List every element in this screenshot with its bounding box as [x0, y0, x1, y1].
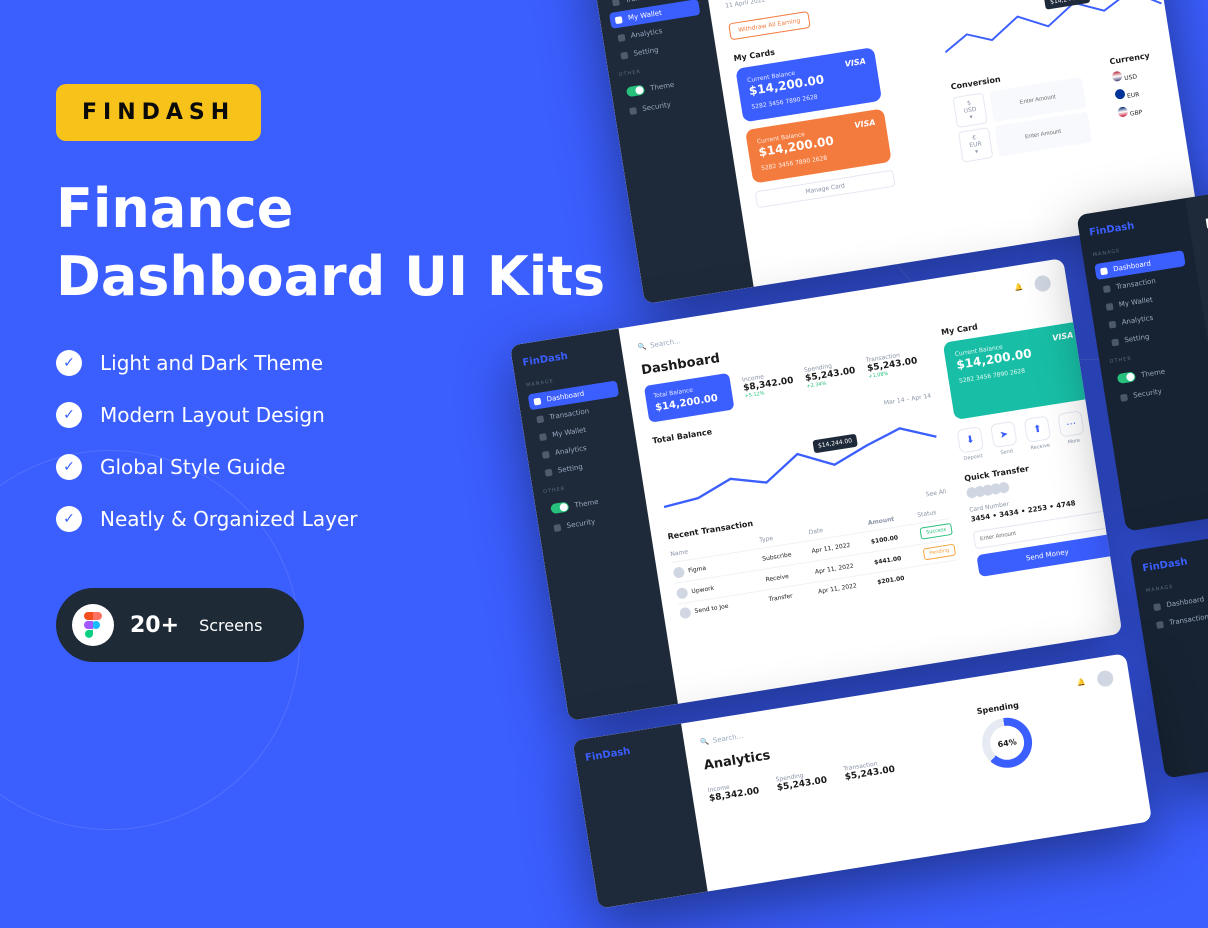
toggle-icon[interactable]: [626, 85, 645, 98]
promo-left: FINDASH Finance Dashboard UI Kits ✓Light…: [56, 84, 616, 662]
bell-icon[interactable]: 🔔: [1014, 283, 1024, 292]
transactions-table: NameTypeDateAmountStatus FigmaSubscribeA…: [669, 503, 960, 623]
withdraw-button[interactable]: Withdraw All Earning: [728, 11, 810, 40]
figma-icon: [72, 604, 114, 646]
check-icon: ✓: [56, 402, 82, 428]
check-icon: ✓: [56, 454, 82, 480]
check-icon: ✓: [56, 506, 82, 532]
feature-item: ✓Neatly & Organized Layer: [56, 506, 616, 532]
currency-row[interactable]: GBP: [1117, 97, 1188, 120]
bell-icon[interactable]: 🔔: [1076, 678, 1086, 687]
conv-from[interactable]: $ USD ▾: [952, 93, 987, 128]
title-line1: Finance: [56, 177, 293, 240]
conv-to[interactable]: € EUR ▾: [958, 127, 993, 162]
check-icon: ✓: [56, 350, 82, 376]
screens-count: 20+: [130, 613, 179, 638]
feature-item: ✓Light and Dark Theme: [56, 350, 616, 376]
total-balance-card: Total Balance $14,200.00: [644, 373, 735, 423]
screens-label: Screens: [199, 616, 262, 635]
title-line2: Dashboard UI Kits: [56, 245, 605, 308]
feature-item: ✓Global Style Guide: [56, 454, 616, 480]
screens-pill: 20+ Screens: [56, 588, 304, 662]
see-all-link[interactable]: See All: [925, 488, 947, 500]
feature-item: ✓Modern Layout Design: [56, 402, 616, 428]
spending-donut: 64%: [978, 714, 1035, 771]
feature-list: ✓Light and Dark Theme ✓Modern Layout Des…: [56, 350, 616, 532]
promo-title: Finance Dashboard UI Kits: [56, 175, 616, 310]
brand-badge: FINDASH: [56, 84, 261, 141]
